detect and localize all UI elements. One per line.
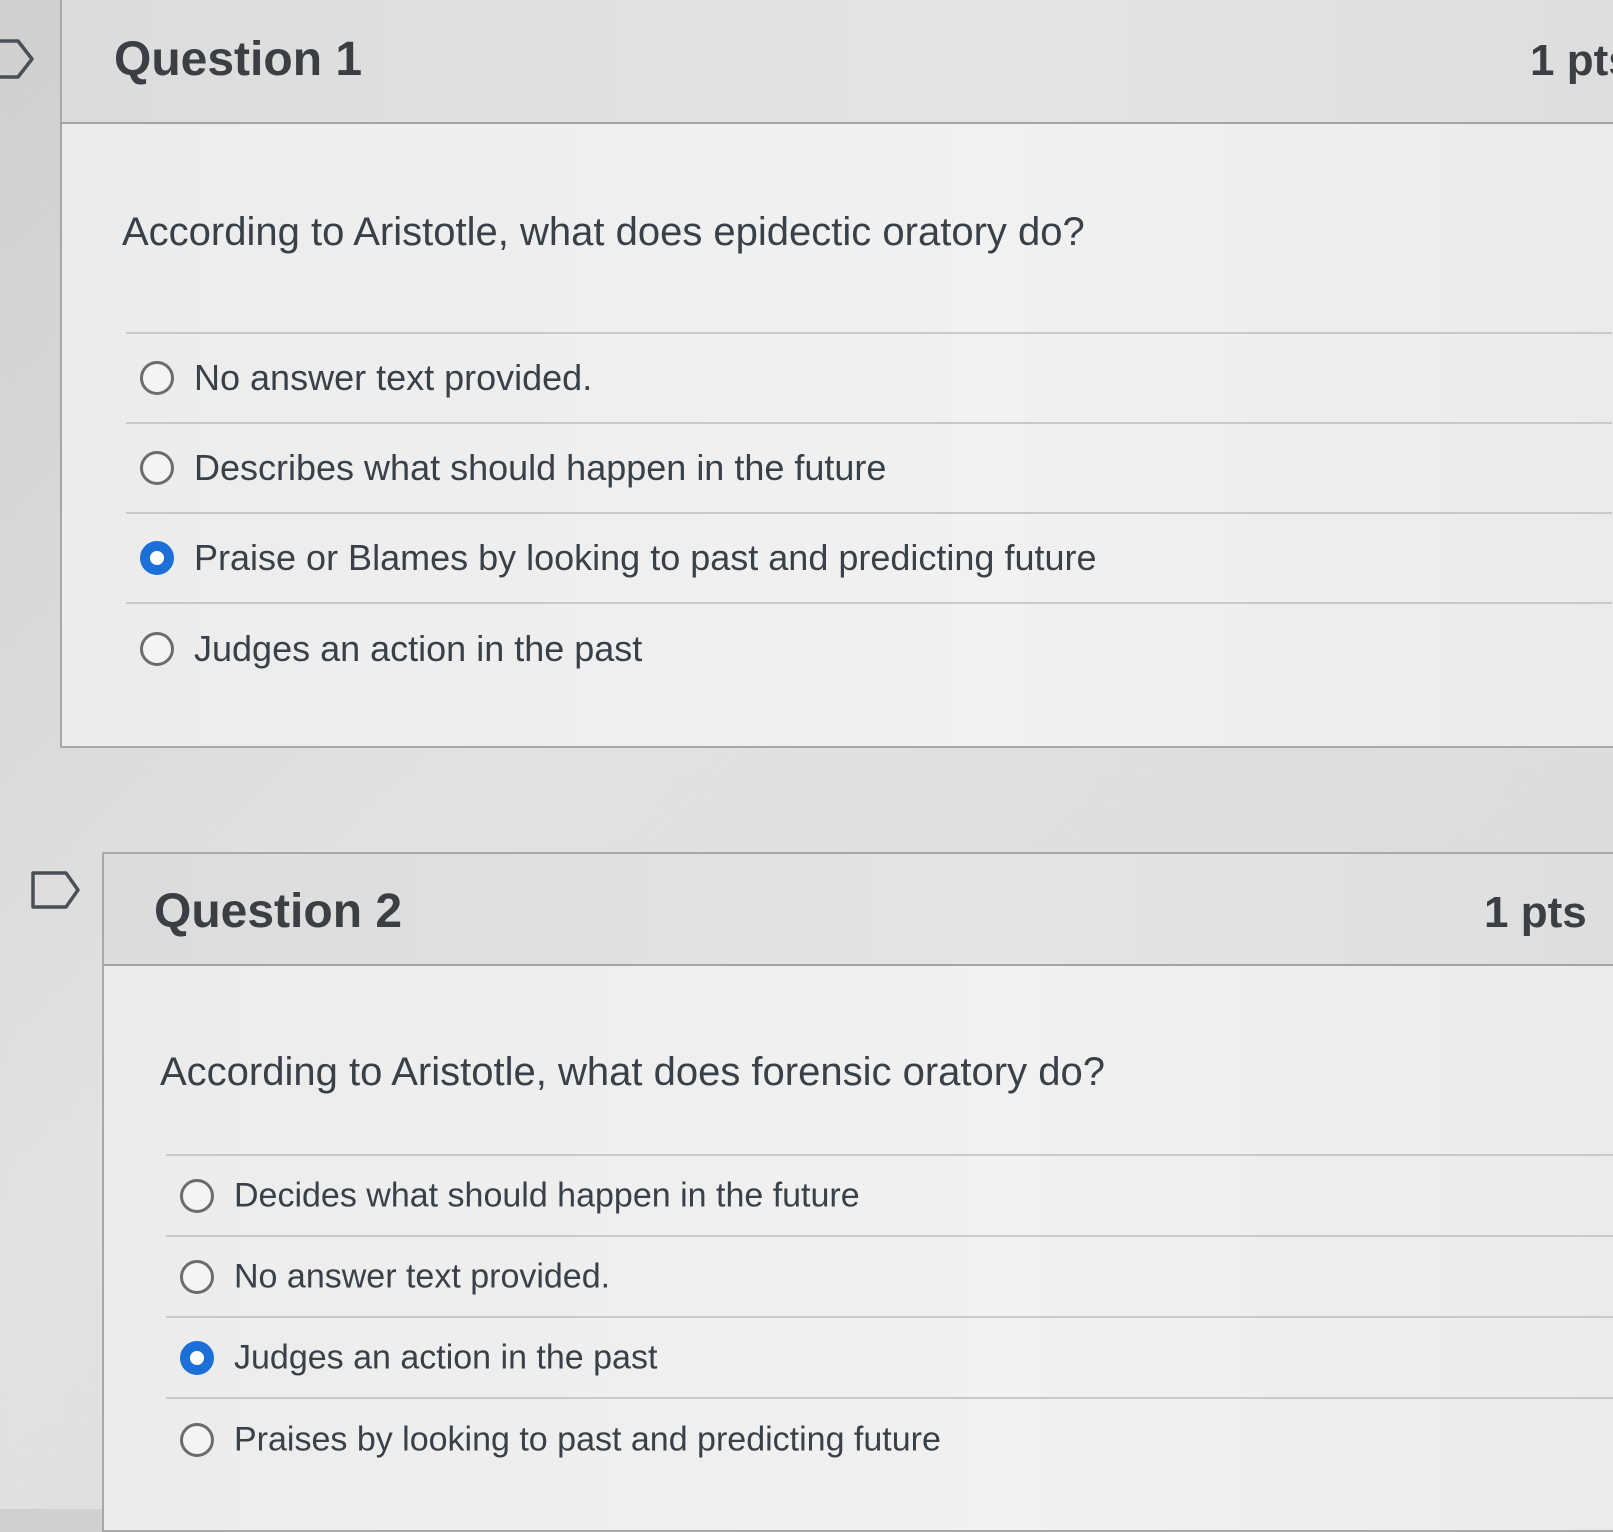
question-header: Question 2 1 pts [104,854,1613,966]
radio-button-selected[interactable] [140,541,174,575]
flag-question-icon[interactable] [0,38,36,85]
answer-option[interactable]: Describes what should happen in the futu… [126,424,1612,514]
question-card: Question 1 1 pts According to Aristotle,… [60,0,1613,748]
answer-option[interactable]: Praise or Blames by looking to past and … [126,514,1612,604]
answer-option[interactable]: No answer text provided. [126,334,1612,424]
question-title: Question 1 [114,33,363,86]
radio-button[interactable] [140,361,174,395]
question-card: Question 2 1 pts According to Aristotle,… [102,852,1613,1532]
question-points: 1 pts [1530,36,1613,85]
answer-label: Decides what should happen in the future [234,1176,860,1214]
answer-label: Judges an action in the past [234,1338,658,1376]
answer-list: Decides what should happen in the future… [166,1154,1613,1480]
answer-list: No answer text provided. Describes what … [126,332,1612,694]
answer-label: Describes what should happen in the futu… [194,447,887,488]
answer-label: No answer text provided. [234,1257,611,1295]
answer-label: Praises by looking to past and predictin… [234,1420,941,1458]
flag-question-icon[interactable] [30,870,82,915]
answer-option[interactable]: Praises by looking to past and predictin… [166,1399,1613,1480]
radio-button-selected[interactable] [180,1340,214,1375]
answer-option[interactable]: Judges an action in the past [166,1318,1613,1399]
question-header: Question 1 1 pts [62,0,1613,124]
radio-button[interactable] [140,632,174,666]
radio-button[interactable] [180,1259,214,1294]
radio-button[interactable] [180,1422,214,1457]
answer-option[interactable]: Decides what should happen in the future [166,1156,1613,1237]
answer-label: Praise or Blames by looking to past and … [194,537,1097,578]
radio-button[interactable] [140,451,174,485]
question-text: According to Aristotle, what does forens… [160,1050,1105,1094]
question-text: According to Aristotle, what does epidec… [122,210,1085,254]
answer-label: Judges an action in the past [194,628,643,669]
question-points: 1 pts [1484,888,1587,937]
question-title: Question 2 [154,885,403,938]
answer-option[interactable]: Judges an action in the past [126,604,1612,694]
answer-label: No answer text provided. [194,357,593,398]
answer-option[interactable]: No answer text provided. [166,1237,1613,1318]
radio-button[interactable] [180,1178,214,1213]
